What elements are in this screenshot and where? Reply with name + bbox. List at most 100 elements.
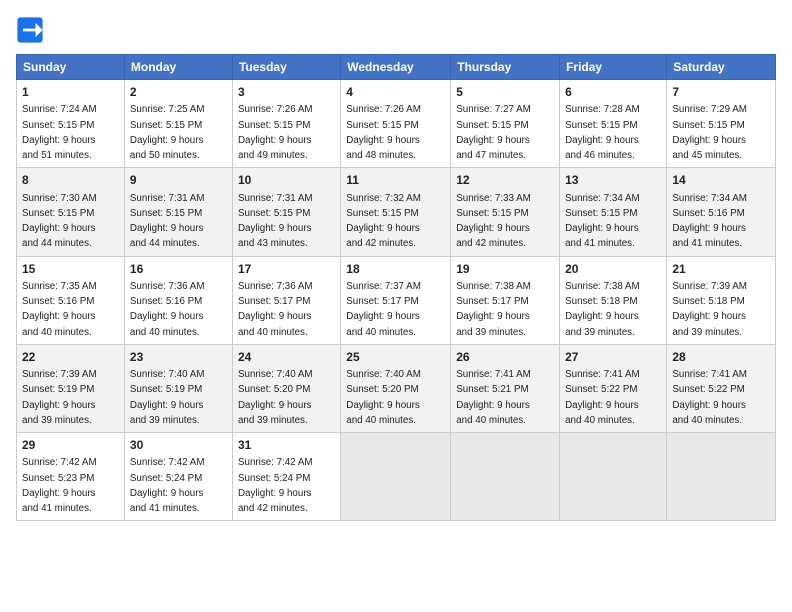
- day-number: 22: [22, 349, 119, 366]
- day-info: Sunrise: 7:41 AMSunset: 5:21 PMDaylight:…: [456, 369, 531, 426]
- day-info: Sunrise: 7:40 AMSunset: 5:20 PMDaylight:…: [238, 369, 313, 426]
- day-info: Sunrise: 7:31 AMSunset: 5:15 PMDaylight:…: [238, 193, 313, 250]
- calendar-cell: 1 Sunrise: 7:24 AMSunset: 5:15 PMDayligh…: [17, 80, 125, 168]
- day-info: Sunrise: 7:33 AMSunset: 5:15 PMDaylight:…: [456, 193, 531, 250]
- day-number: 4: [346, 84, 445, 101]
- calendar-cell: [667, 433, 776, 521]
- calendar-cell: 2 Sunrise: 7:25 AMSunset: 5:15 PMDayligh…: [124, 80, 232, 168]
- calendar-cell: 3 Sunrise: 7:26 AMSunset: 5:15 PMDayligh…: [232, 80, 340, 168]
- col-monday: Monday: [124, 55, 232, 80]
- col-saturday: Saturday: [667, 55, 776, 80]
- day-info: Sunrise: 7:34 AMSunset: 5:16 PMDaylight:…: [672, 193, 747, 250]
- calendar-cell: 19 Sunrise: 7:38 AMSunset: 5:17 PMDaylig…: [451, 256, 560, 344]
- calendar-cell: 9 Sunrise: 7:31 AMSunset: 5:15 PMDayligh…: [124, 168, 232, 256]
- calendar-cell: 28 Sunrise: 7:41 AMSunset: 5:22 PMDaylig…: [667, 344, 776, 432]
- day-number: 21: [672, 261, 770, 278]
- calendar-cell: 18 Sunrise: 7:37 AMSunset: 5:17 PMDaylig…: [341, 256, 451, 344]
- day-number: 6: [565, 84, 661, 101]
- day-info: Sunrise: 7:31 AMSunset: 5:15 PMDaylight:…: [130, 193, 205, 250]
- calendar-cell: 7 Sunrise: 7:29 AMSunset: 5:15 PMDayligh…: [667, 80, 776, 168]
- calendar-cell: 21 Sunrise: 7:39 AMSunset: 5:18 PMDaylig…: [667, 256, 776, 344]
- col-wednesday: Wednesday: [341, 55, 451, 80]
- calendar-week-row: 29 Sunrise: 7:42 AMSunset: 5:23 PMDaylig…: [17, 433, 776, 521]
- calendar-week-row: 22 Sunrise: 7:39 AMSunset: 5:19 PMDaylig…: [17, 344, 776, 432]
- calendar-cell: 6 Sunrise: 7:28 AMSunset: 5:15 PMDayligh…: [560, 80, 667, 168]
- calendar-cell: 26 Sunrise: 7:41 AMSunset: 5:21 PMDaylig…: [451, 344, 560, 432]
- calendar-cell: 10 Sunrise: 7:31 AMSunset: 5:15 PMDaylig…: [232, 168, 340, 256]
- day-number: 5: [456, 84, 554, 101]
- day-info: Sunrise: 7:39 AMSunset: 5:19 PMDaylight:…: [22, 369, 97, 426]
- calendar-week-row: 15 Sunrise: 7:35 AMSunset: 5:16 PMDaylig…: [17, 256, 776, 344]
- col-friday: Friday: [560, 55, 667, 80]
- day-number: 30: [130, 437, 227, 454]
- day-info: Sunrise: 7:29 AMSunset: 5:15 PMDaylight:…: [672, 104, 747, 161]
- day-info: Sunrise: 7:34 AMSunset: 5:15 PMDaylight:…: [565, 193, 640, 250]
- day-info: Sunrise: 7:42 AMSunset: 5:24 PMDaylight:…: [238, 457, 313, 514]
- calendar-cell: 24 Sunrise: 7:40 AMSunset: 5:20 PMDaylig…: [232, 344, 340, 432]
- calendar-cell: 13 Sunrise: 7:34 AMSunset: 5:15 PMDaylig…: [560, 168, 667, 256]
- day-info: Sunrise: 7:41 AMSunset: 5:22 PMDaylight:…: [565, 369, 640, 426]
- day-number: 16: [130, 261, 227, 278]
- calendar-cell: 12 Sunrise: 7:33 AMSunset: 5:15 PMDaylig…: [451, 168, 560, 256]
- day-info: Sunrise: 7:30 AMSunset: 5:15 PMDaylight:…: [22, 193, 97, 250]
- calendar-cell: 25 Sunrise: 7:40 AMSunset: 5:20 PMDaylig…: [341, 344, 451, 432]
- day-number: 1: [22, 84, 119, 101]
- col-tuesday: Tuesday: [232, 55, 340, 80]
- day-info: Sunrise: 7:38 AMSunset: 5:18 PMDaylight:…: [565, 281, 640, 338]
- calendar-cell: 22 Sunrise: 7:39 AMSunset: 5:19 PMDaylig…: [17, 344, 125, 432]
- day-info: Sunrise: 7:42 AMSunset: 5:23 PMDaylight:…: [22, 457, 97, 514]
- calendar-cell: [451, 433, 560, 521]
- header: [16, 16, 776, 44]
- calendar-cell: 31 Sunrise: 7:42 AMSunset: 5:24 PMDaylig…: [232, 433, 340, 521]
- day-info: Sunrise: 7:37 AMSunset: 5:17 PMDaylight:…: [346, 281, 421, 338]
- calendar-cell: 11 Sunrise: 7:32 AMSunset: 5:15 PMDaylig…: [341, 168, 451, 256]
- day-number: 23: [130, 349, 227, 366]
- day-number: 9: [130, 172, 227, 189]
- day-number: 13: [565, 172, 661, 189]
- day-number: 31: [238, 437, 335, 454]
- day-info: Sunrise: 7:38 AMSunset: 5:17 PMDaylight:…: [456, 281, 531, 338]
- day-number: 28: [672, 349, 770, 366]
- day-number: 20: [565, 261, 661, 278]
- day-info: Sunrise: 7:42 AMSunset: 5:24 PMDaylight:…: [130, 457, 205, 514]
- calendar-cell: 27 Sunrise: 7:41 AMSunset: 5:22 PMDaylig…: [560, 344, 667, 432]
- calendar-cell: 5 Sunrise: 7:27 AMSunset: 5:15 PMDayligh…: [451, 80, 560, 168]
- calendar-cell: 23 Sunrise: 7:40 AMSunset: 5:19 PMDaylig…: [124, 344, 232, 432]
- calendar-cell: 30 Sunrise: 7:42 AMSunset: 5:24 PMDaylig…: [124, 433, 232, 521]
- col-sunday: Sunday: [17, 55, 125, 80]
- calendar-week-row: 1 Sunrise: 7:24 AMSunset: 5:15 PMDayligh…: [17, 80, 776, 168]
- day-info: Sunrise: 7:26 AMSunset: 5:15 PMDaylight:…: [346, 104, 421, 161]
- logo: [16, 16, 48, 44]
- day-number: 12: [456, 172, 554, 189]
- day-number: 24: [238, 349, 335, 366]
- calendar: Sunday Monday Tuesday Wednesday Thursday…: [16, 54, 776, 521]
- calendar-cell: [341, 433, 451, 521]
- day-number: 7: [672, 84, 770, 101]
- day-number: 10: [238, 172, 335, 189]
- day-number: 8: [22, 172, 119, 189]
- day-number: 15: [22, 261, 119, 278]
- day-info: Sunrise: 7:36 AMSunset: 5:16 PMDaylight:…: [130, 281, 205, 338]
- day-number: 26: [456, 349, 554, 366]
- day-number: 29: [22, 437, 119, 454]
- day-info: Sunrise: 7:26 AMSunset: 5:15 PMDaylight:…: [238, 104, 313, 161]
- calendar-cell: 14 Sunrise: 7:34 AMSunset: 5:16 PMDaylig…: [667, 168, 776, 256]
- day-info: Sunrise: 7:39 AMSunset: 5:18 PMDaylight:…: [672, 281, 747, 338]
- day-info: Sunrise: 7:41 AMSunset: 5:22 PMDaylight:…: [672, 369, 747, 426]
- day-info: Sunrise: 7:36 AMSunset: 5:17 PMDaylight:…: [238, 281, 313, 338]
- col-thursday: Thursday: [451, 55, 560, 80]
- calendar-cell: 20 Sunrise: 7:38 AMSunset: 5:18 PMDaylig…: [560, 256, 667, 344]
- day-info: Sunrise: 7:28 AMSunset: 5:15 PMDaylight:…: [565, 104, 640, 161]
- day-info: Sunrise: 7:27 AMSunset: 5:15 PMDaylight:…: [456, 104, 531, 161]
- day-info: Sunrise: 7:40 AMSunset: 5:19 PMDaylight:…: [130, 369, 205, 426]
- day-number: 11: [346, 172, 445, 189]
- calendar-header-row: Sunday Monday Tuesday Wednesday Thursday…: [17, 55, 776, 80]
- day-number: 3: [238, 84, 335, 101]
- calendar-cell: 29 Sunrise: 7:42 AMSunset: 5:23 PMDaylig…: [17, 433, 125, 521]
- calendar-cell: 16 Sunrise: 7:36 AMSunset: 5:16 PMDaylig…: [124, 256, 232, 344]
- calendar-cell: [560, 433, 667, 521]
- day-number: 14: [672, 172, 770, 189]
- calendar-cell: 8 Sunrise: 7:30 AMSunset: 5:15 PMDayligh…: [17, 168, 125, 256]
- day-number: 2: [130, 84, 227, 101]
- day-info: Sunrise: 7:40 AMSunset: 5:20 PMDaylight:…: [346, 369, 421, 426]
